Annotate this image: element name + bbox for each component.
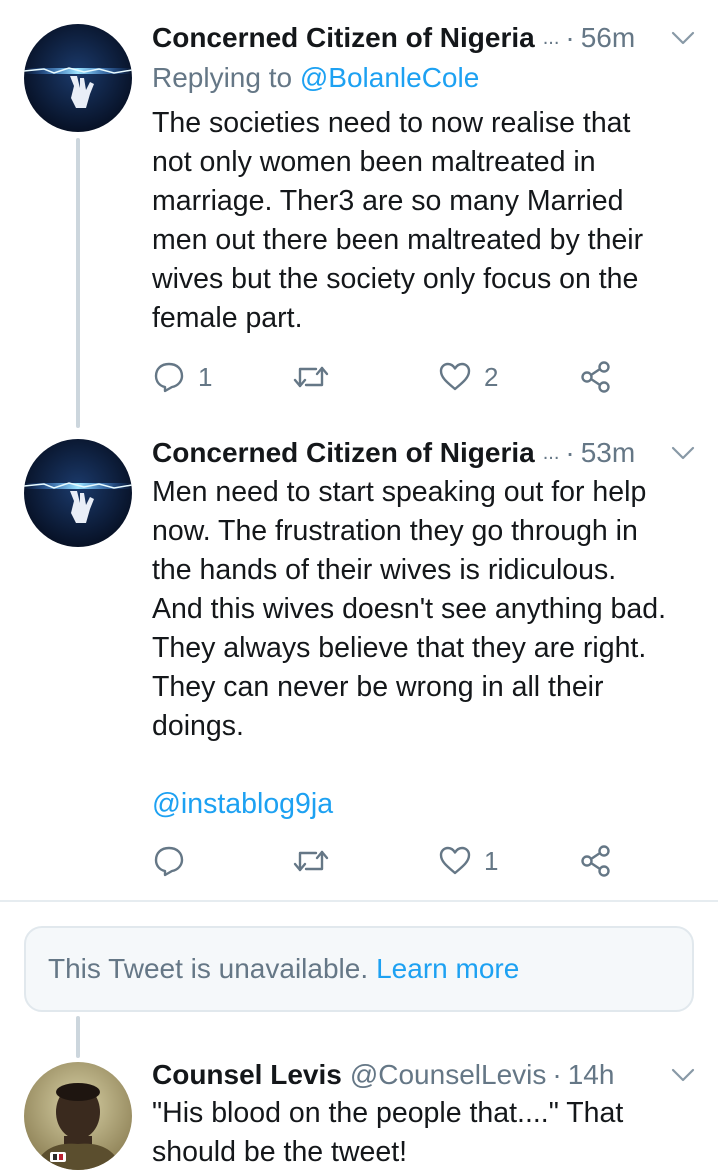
tweet-header: Concerned Citizen of Nigeria ... · 56m [152,18,696,58]
person-photo-icon [24,1062,132,1170]
thread-line [76,138,80,428]
display-name[interactable]: Counsel Levis [152,1059,342,1091]
learn-more-link[interactable]: Learn more [376,953,519,985]
reply-count: 1 [198,361,213,392]
separator-dot: · [565,22,575,53]
thread-line [76,1016,80,1058]
reply-icon [154,362,184,393]
separator-dot: · [565,437,575,468]
display-name[interactable]: Concerned Citizen of Nigeria [152,437,535,469]
replying-prefix: Replying to [152,62,293,93]
tweet-text: "His blood on the people that...." That … [152,1097,624,1168]
timestamp[interactable]: 53m [581,437,635,469]
name-ellipsis: ... [542,441,560,464]
like-button[interactable]: 2 [438,357,498,397]
share-icon [581,361,610,393]
tweet-header: Concerned Citizen of Nigeria ... · 53m [152,433,696,473]
heart-icon [439,846,471,875]
user-handle[interactable]: @CounselLevis [350,1059,547,1091]
timestamp[interactable]: 56m [581,22,635,54]
retweet-button[interactable] [292,357,342,397]
like-count: 1 [484,845,499,876]
unavailable-text: This Tweet is unavailable. [48,953,369,984]
tweet-header: Counsel Levis @CounselLevis · 14h [152,1055,696,1095]
like-button[interactable]: 1 [438,841,498,881]
retweet-icon [293,850,329,872]
replying-handle-link[interactable]: @BolanleCole [300,62,479,93]
name-ellipsis: ... [542,26,560,49]
retweet-icon [293,366,329,388]
retweet-button[interactable] [292,841,342,881]
reply-button[interactable] [152,841,198,881]
display-name[interactable]: Concerned Citizen of Nigeria [152,22,535,54]
chevron-down-icon[interactable] [670,441,696,465]
reply-button[interactable]: 1 [152,357,212,397]
reply-icon [154,846,184,877]
share-button[interactable] [580,357,612,397]
share-icon [581,845,610,877]
avatar[interactable] [24,1062,132,1170]
like-count: 2 [484,361,499,392]
unavailable-tweet-card: This Tweet is unavailable. Learn more [24,926,694,1012]
tweet-text: The societies need to now realise that n… [152,107,644,334]
chevron-down-icon[interactable] [670,1063,696,1087]
tweet-actions: 1 2 [152,357,622,397]
avatar[interactable] [24,439,132,547]
timestamp[interactable]: 14h [568,1059,615,1091]
tweet-text: Men need to start speaking out for help … [152,476,667,742]
heart-icon [439,362,471,391]
share-button[interactable] [580,841,612,881]
chevron-down-icon[interactable] [670,26,696,50]
replying-to: Replying to @BolanleCole [152,62,479,94]
separator-dot: · [552,1059,562,1090]
divider [0,900,718,902]
tweet-actions: 1 [152,841,622,881]
lightning-hand-icon [24,24,132,132]
lightning-hand-icon [24,439,132,547]
mention-link[interactable]: @instablog9ja [152,785,692,824]
avatar[interactable] [24,24,132,132]
